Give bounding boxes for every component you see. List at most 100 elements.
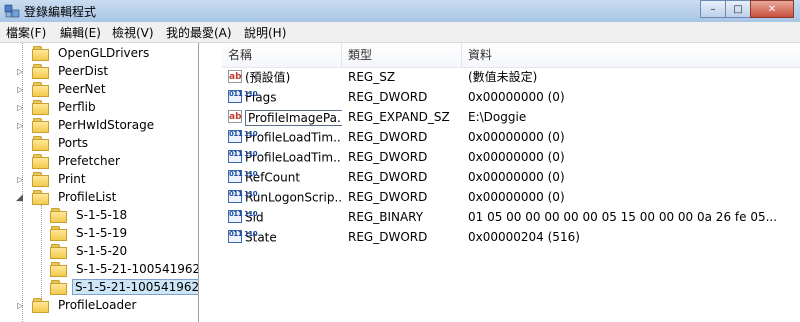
column-header-type[interactable]: 類型 bbox=[342, 43, 462, 67]
tree-node[interactable]: Perflib bbox=[32, 98, 100, 116]
menu-view[interactable]: 檢視(V) bbox=[112, 24, 154, 41]
value-type: REG_DWORD bbox=[348, 150, 428, 164]
minimize-button[interactable]: – bbox=[700, 0, 726, 18]
tree-node-label: S-1-5-20 bbox=[76, 244, 128, 258]
value-row[interactable]: 011 110ProfileLoadTim... REG_DWORD 0x000… bbox=[222, 127, 800, 147]
folder-icon bbox=[50, 226, 67, 241]
tree-node[interactable]: S-1-5-18 bbox=[50, 206, 131, 224]
folder-icon bbox=[32, 46, 49, 61]
tree-node[interactable]: Print bbox=[32, 170, 90, 188]
tree-node[interactable]: PeerNet bbox=[32, 80, 110, 98]
tree-node-label: Perflib bbox=[58, 100, 96, 114]
value-row[interactable]: ab (預設值) REG_SZ (數值未設定) bbox=[222, 67, 800, 87]
value-name: RunLogonScrip... bbox=[245, 190, 342, 205]
folder-icon bbox=[50, 280, 67, 295]
value-type: REG_SZ bbox=[348, 70, 396, 84]
value-row[interactable]: 011 110RunLogonScrip... REG_DWORD 0x0000… bbox=[222, 187, 800, 207]
tree-node-selected[interactable]: S-1-5-21-100541962-1 bbox=[50, 278, 198, 296]
binary-value-icon: 011 110 bbox=[228, 170, 258, 183]
tree-node-label: PeerDist bbox=[58, 64, 109, 78]
folder-icon bbox=[50, 208, 67, 223]
tree-node-label: Print bbox=[58, 172, 86, 186]
folder-icon bbox=[32, 82, 49, 97]
tree-node-label: PerHwIdStorage bbox=[58, 118, 155, 132]
value-row[interactable]: 011 110State REG_DWORD 0x00000204 (516) bbox=[222, 227, 800, 247]
collapse-arrow-icon[interactable]: ◢ bbox=[16, 193, 23, 203]
tree-node[interactable]: Prefetcher bbox=[32, 152, 124, 170]
tree-node[interactable]: S-1-5-20 bbox=[50, 242, 131, 260]
menu-file[interactable]: 檔案(F) bbox=[6, 24, 46, 41]
tree-node[interactable]: S-1-5-21-100541962-1 bbox=[50, 260, 199, 278]
tree-node[interactable]: ProfileLoader bbox=[32, 296, 140, 314]
tree-node[interactable]: PerHwIdStorage bbox=[32, 116, 158, 134]
column-header-data[interactable]: 資料 bbox=[462, 43, 800, 67]
expand-arrow-icon[interactable]: ▷ bbox=[17, 301, 23, 310]
tree-node[interactable]: OpenGLDrivers bbox=[32, 44, 153, 62]
value-data: 0x00000000 (0) bbox=[468, 130, 565, 144]
tree-node[interactable]: Ports bbox=[32, 134, 92, 152]
folder-icon bbox=[32, 136, 49, 151]
value-data: 0x00000000 (0) bbox=[468, 190, 565, 204]
tree-node-label: Ports bbox=[58, 136, 89, 150]
value-name: ProfileLoadTim... bbox=[245, 150, 342, 165]
binary-value-icon: 011 110 bbox=[228, 210, 258, 223]
registry-tree[interactable]: OpenGLDrivers ▷ PeerDist ▷ PeerNet ▷ Per… bbox=[0, 43, 199, 322]
folder-icon bbox=[32, 154, 49, 169]
folder-icon bbox=[50, 244, 67, 259]
value-data: 0x00000000 (0) bbox=[468, 90, 565, 104]
column-header-name[interactable]: 名稱 bbox=[222, 43, 342, 67]
value-data: (數值未設定) bbox=[468, 70, 538, 84]
list-header: 名稱 類型 資料 bbox=[222, 43, 800, 68]
menu-bar: 檔案(F) 編輯(E) 檢視(V) 我的最愛(A) 說明(H) bbox=[0, 22, 800, 43]
values-list[interactable]: 名稱 類型 資料 ab (預設值) REG_SZ (數值未設定) 011 110F… bbox=[222, 43, 800, 322]
value-row[interactable]: 011 110ProfileLoadTim... REG_DWORD 0x000… bbox=[222, 147, 800, 167]
value-name: ProfileLoadTim... bbox=[245, 130, 342, 145]
value-row[interactable]: 011 110Flags REG_DWORD 0x00000000 (0) bbox=[222, 87, 800, 107]
tree-node-label: S-1-5-21-100541962-1 bbox=[76, 262, 199, 276]
registry-editor-icon bbox=[4, 4, 20, 18]
tree-node-label: ProfileLoader bbox=[58, 298, 137, 312]
tree-node-label: PeerNet bbox=[58, 82, 106, 96]
value-type: REG_DWORD bbox=[348, 190, 428, 204]
tree-node-label: Prefetcher bbox=[58, 154, 120, 168]
expand-arrow-icon[interactable]: ▷ bbox=[17, 67, 23, 76]
expand-arrow-icon[interactable]: ▷ bbox=[17, 103, 23, 112]
value-data: 0x00000000 (0) bbox=[468, 150, 565, 164]
folder-icon bbox=[32, 118, 49, 133]
value-row[interactable]: 011 110RefCount REG_DWORD 0x00000000 (0) bbox=[222, 167, 800, 187]
value-type: REG_DWORD bbox=[348, 90, 428, 104]
tree-guide-line bbox=[41, 205, 42, 301]
value-data: 0x00000000 (0) bbox=[468, 170, 565, 184]
value-row[interactable]: ab ProfileImagePa... REG_EXPAND_SZ E:\Dog… bbox=[222, 107, 800, 127]
close-button[interactable]: ✕ bbox=[750, 0, 794, 18]
folder-icon bbox=[32, 298, 49, 313]
value-name-edit-field[interactable]: ProfileImagePa... bbox=[245, 109, 342, 126]
folder-icon bbox=[32, 100, 49, 115]
tree-node-label: OpenGLDrivers bbox=[58, 46, 150, 60]
menu-help[interactable]: 說明(H) bbox=[244, 24, 286, 41]
expand-arrow-icon[interactable]: ▷ bbox=[17, 175, 23, 184]
binary-value-icon: 011 110 bbox=[228, 90, 258, 103]
string-value-icon: ab bbox=[228, 110, 242, 123]
window-controls: – □ ✕ bbox=[700, 0, 794, 19]
value-row[interactable]: 011 110Sid REG_BINARY 01 05 00 00 00 00 … bbox=[222, 207, 800, 227]
title-bar: 登錄編輯程式 – □ ✕ bbox=[0, 0, 800, 23]
tree-node-label: S-1-5-21-100541962-1 bbox=[72, 279, 198, 295]
maximize-button[interactable]: □ bbox=[725, 0, 751, 18]
window-title: 登錄編輯程式 bbox=[24, 5, 97, 19]
value-type: REG_BINARY bbox=[348, 210, 424, 224]
string-value-icon: ab bbox=[228, 70, 242, 83]
tree-node-label: S-1-5-18 bbox=[76, 208, 128, 222]
folder-icon bbox=[32, 172, 49, 187]
expand-arrow-icon[interactable]: ▷ bbox=[17, 121, 23, 130]
tree-node[interactable]: PeerDist bbox=[32, 62, 112, 80]
expand-arrow-icon[interactable]: ▷ bbox=[17, 85, 23, 94]
menu-edit[interactable]: 編輯(E) bbox=[60, 24, 101, 41]
value-data: E:\Doggie bbox=[468, 110, 527, 124]
menu-favorites[interactable]: 我的最愛(A) bbox=[166, 24, 232, 41]
tree-node-label: ProfileList bbox=[58, 190, 117, 204]
tree-node[interactable]: S-1-5-19 bbox=[50, 224, 131, 242]
tree-node[interactable]: ProfileList bbox=[32, 188, 120, 206]
value-name: (預設值) bbox=[245, 70, 291, 85]
tree-node-label: S-1-5-19 bbox=[76, 226, 128, 240]
